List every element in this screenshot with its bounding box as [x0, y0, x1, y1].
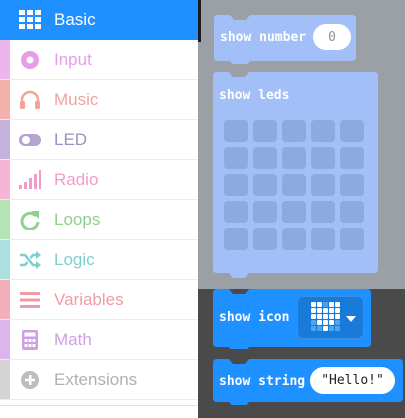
led-cell[interactable]	[253, 174, 277, 196]
led-cell[interactable]	[282, 147, 306, 169]
category-input[interactable]: Input	[0, 40, 198, 80]
led-cell[interactable]	[340, 201, 364, 223]
category-color-strip	[0, 320, 10, 359]
category-basic[interactable]: Basic	[0, 0, 198, 40]
block-flyout: show number 0 show leds show icon show s…	[198, 0, 405, 418]
category-loops[interactable]: Loops	[0, 200, 198, 240]
category-label: Math	[54, 330, 92, 349]
category-extensions[interactable]: Extensions	[0, 360, 198, 400]
category-color-strip	[0, 240, 10, 279]
led-cell[interactable]	[224, 147, 248, 169]
led-cell[interactable]	[340, 120, 364, 142]
show-leds-block[interactable]: show leds	[213, 72, 378, 282]
category-label: Music	[54, 90, 99, 109]
led-cell[interactable]	[311, 228, 335, 250]
led-cell[interactable]	[282, 228, 306, 250]
category-label: Logic	[54, 250, 95, 269]
list-lines-icon	[19, 290, 41, 310]
flyout-divider	[198, 0, 201, 42]
headphones-icon	[19, 90, 41, 110]
category-color-strip	[0, 40, 10, 79]
led-cell[interactable]	[224, 228, 248, 250]
led-cell[interactable]	[311, 120, 335, 142]
refresh-icon	[19, 210, 41, 230]
category-color-strip	[0, 120, 10, 159]
category-variables[interactable]: Variables	[0, 280, 198, 320]
category-color-strip	[0, 280, 10, 319]
led-cell[interactable]	[224, 201, 248, 223]
category-math[interactable]: Math	[0, 320, 198, 360]
number-input[interactable]: 0	[313, 24, 351, 50]
signal-bars-icon	[19, 170, 41, 190]
string-input[interactable]: "Hello!"	[310, 367, 395, 394]
led-cell[interactable]	[311, 201, 335, 223]
caret-down-icon	[346, 316, 356, 322]
category-label: Basic	[54, 10, 96, 29]
category-color-strip	[0, 360, 10, 399]
icon-dropdown[interactable]	[297, 296, 364, 339]
category-label: Input	[54, 50, 92, 69]
led-cell[interactable]	[253, 120, 277, 142]
category-label: Radio	[54, 170, 99, 189]
grid-icon	[19, 10, 41, 30]
led-cell[interactable]	[224, 174, 248, 196]
block-label: show number	[220, 30, 307, 45]
block-label: show leds	[219, 88, 290, 103]
category-radio[interactable]: Radio	[0, 160, 198, 200]
category-label: Extensions	[54, 370, 138, 389]
toggle-icon	[19, 130, 41, 150]
led-cell[interactable]	[224, 120, 248, 142]
toolbox-bottom-border	[0, 405, 198, 418]
show-icon-block[interactable]: show icon	[213, 289, 371, 349]
category-color-strip	[0, 200, 10, 239]
led-cell[interactable]	[311, 174, 335, 196]
led-cell[interactable]	[282, 174, 306, 196]
category-label: Loops	[54, 210, 101, 229]
led-cell[interactable]	[340, 147, 364, 169]
led-cell[interactable]	[253, 228, 277, 250]
calculator-icon	[19, 330, 41, 350]
shuffle-icon	[19, 250, 41, 270]
block-label: show string	[219, 374, 306, 389]
heart-icon	[311, 302, 340, 331]
category-led[interactable]: LED	[0, 120, 198, 160]
category-music[interactable]: Music	[0, 80, 198, 120]
category-label: Variables	[54, 290, 124, 309]
plus-circle-icon	[19, 370, 41, 390]
category-logic[interactable]: Logic	[0, 240, 198, 280]
led-cell[interactable]	[311, 147, 335, 169]
category-label: LED	[54, 130, 88, 149]
led-cell[interactable]	[282, 201, 306, 223]
led-cell[interactable]	[340, 228, 364, 250]
led-cell[interactable]	[253, 147, 277, 169]
led-cell[interactable]	[253, 201, 277, 223]
category-color-strip	[0, 160, 10, 199]
led-cell[interactable]	[282, 120, 306, 142]
circle-dot-icon	[19, 50, 41, 70]
makecode-editor: Basic Input Music LED Radio Loops Logic …	[0, 0, 405, 418]
block-label: show icon	[219, 310, 290, 325]
show-number-block[interactable]: show number 0	[214, 15, 356, 64]
show-string-block[interactable]: show string "Hello!"	[213, 359, 403, 405]
category-toolbox: Basic Input Music LED Radio Loops Logic …	[0, 0, 198, 418]
led-cell[interactable]	[340, 174, 364, 196]
category-color-strip	[0, 80, 10, 119]
